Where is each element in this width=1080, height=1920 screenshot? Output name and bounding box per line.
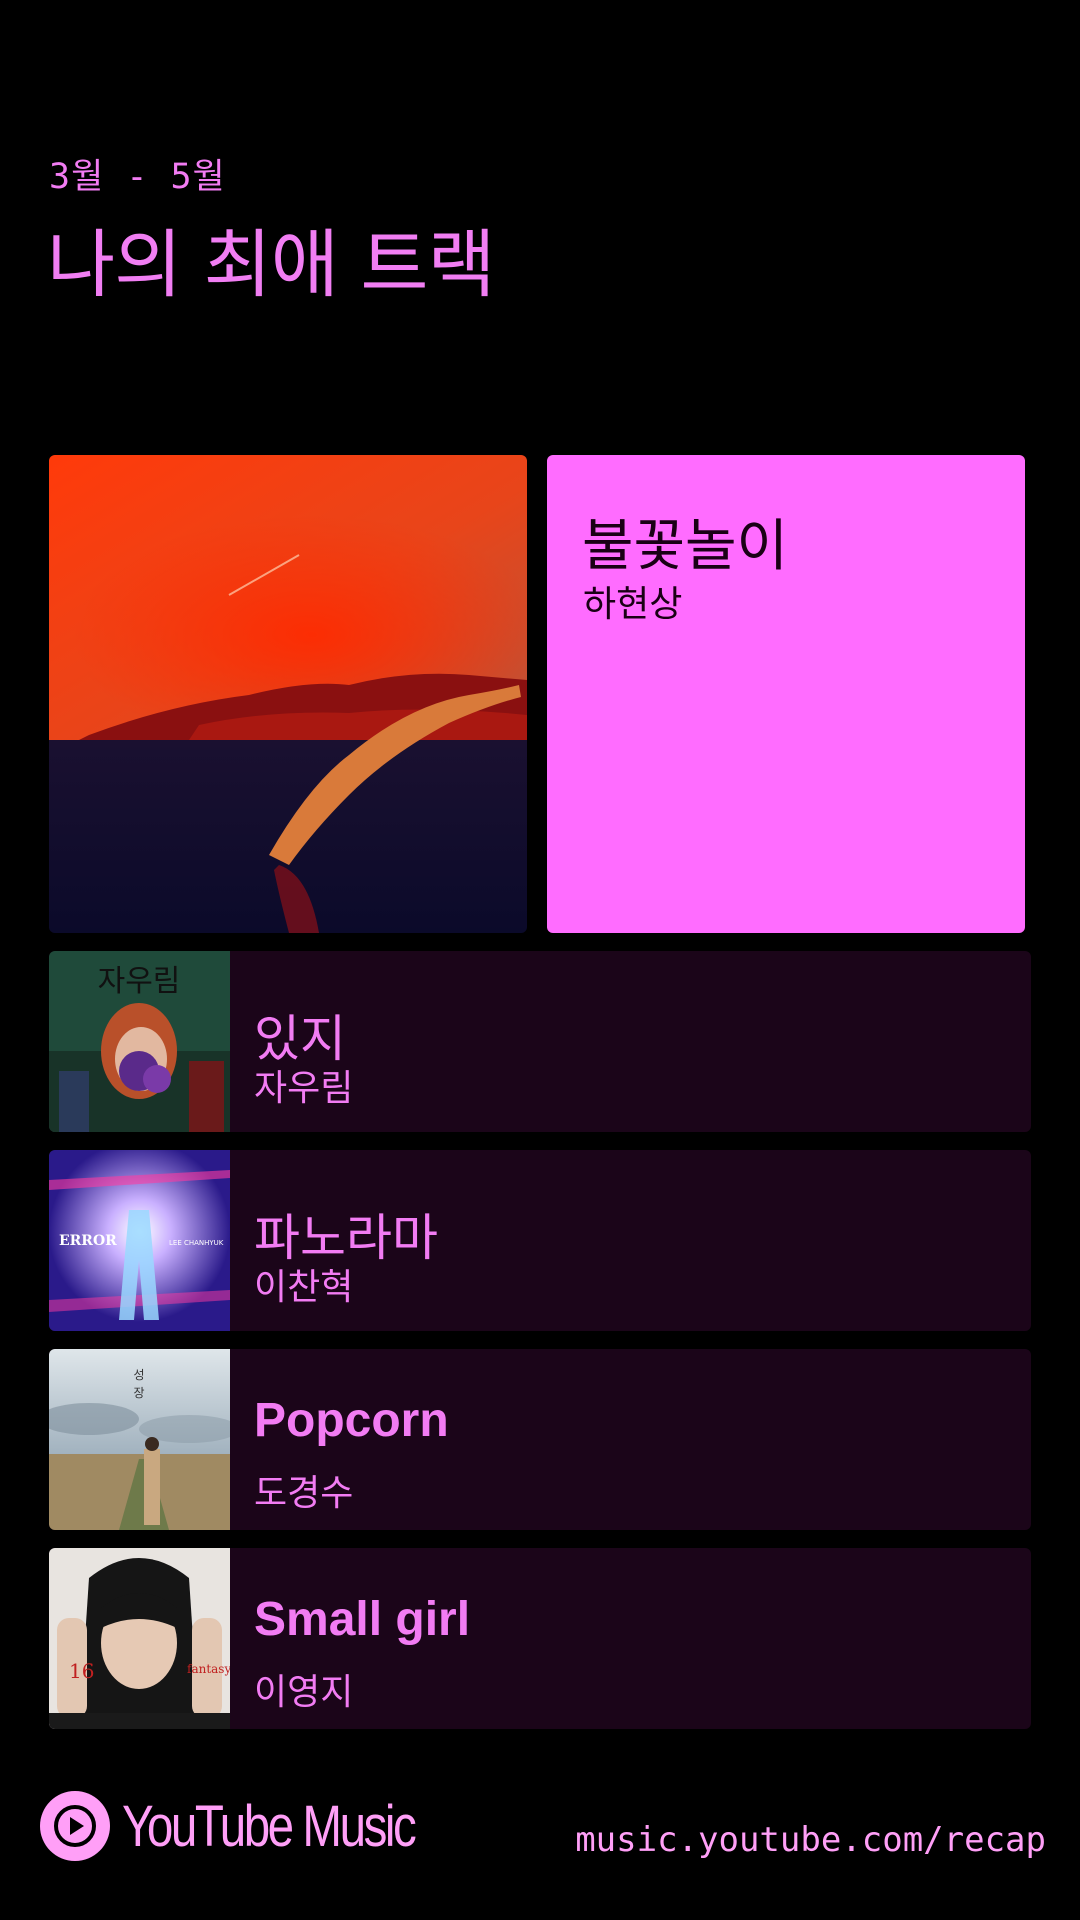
svg-text:fantasy: fantasy bbox=[187, 1662, 230, 1676]
svg-text:16: 16 bbox=[69, 1659, 94, 1683]
svg-text:자우림: 자우림 bbox=[98, 964, 181, 999]
track-row[interactable]: 16 fantasy Small girl 이영지 bbox=[49, 1548, 1031, 1729]
svg-text:장: 장 bbox=[133, 1386, 144, 1400]
album-art-thumbnail: 성 장 bbox=[49, 1349, 230, 1530]
brand-name: YouTube Music bbox=[122, 1793, 417, 1859]
page-title: 나의 최애 트랙 bbox=[47, 222, 496, 308]
play-icon bbox=[40, 1791, 110, 1861]
track-artist: 이찬혁 bbox=[254, 1267, 354, 1308]
youtube-music-logo: YouTube Music bbox=[40, 1790, 479, 1862]
recap-url[interactable]: music.youtube.com/recap bbox=[575, 1820, 1046, 1860]
track-row[interactable]: 성 장 Popcorn 도경수 bbox=[49, 1349, 1031, 1530]
album-art-thumbnail: ERROR LEE CHANHYUK bbox=[49, 1150, 230, 1331]
track-title: Small girl bbox=[254, 1593, 471, 1646]
track-row[interactable]: ERROR LEE CHANHYUK 파노라마 이찬혁 bbox=[49, 1150, 1031, 1331]
svg-text:LEE CHANHYUK: LEE CHANHYUK bbox=[169, 1239, 224, 1247]
svg-text:ERROR: ERROR bbox=[59, 1233, 117, 1249]
album-art-image bbox=[49, 455, 527, 933]
album-art-thumbnail: 자우림 bbox=[49, 951, 230, 1132]
track-artist: 이영지 bbox=[254, 1672, 354, 1713]
top-track-artist: 하현상 bbox=[583, 584, 683, 625]
track-artist: 자우림 bbox=[254, 1068, 354, 1109]
track-title: Popcorn bbox=[254, 1394, 449, 1447]
period-label: 3월 - 5월 bbox=[49, 157, 226, 197]
album-art-thumbnail: 16 fantasy bbox=[49, 1548, 230, 1729]
top-track-album-art[interactable] bbox=[49, 455, 527, 933]
top-track-title: 불꽃놀이 bbox=[582, 514, 789, 579]
top-track-card[interactable]: 불꽃놀이 하현상 bbox=[547, 455, 1025, 933]
track-row[interactable]: 자우림 있지 자우림 bbox=[49, 951, 1031, 1132]
svg-text:성: 성 bbox=[133, 1368, 144, 1382]
track-artist: 도경수 bbox=[254, 1473, 354, 1514]
